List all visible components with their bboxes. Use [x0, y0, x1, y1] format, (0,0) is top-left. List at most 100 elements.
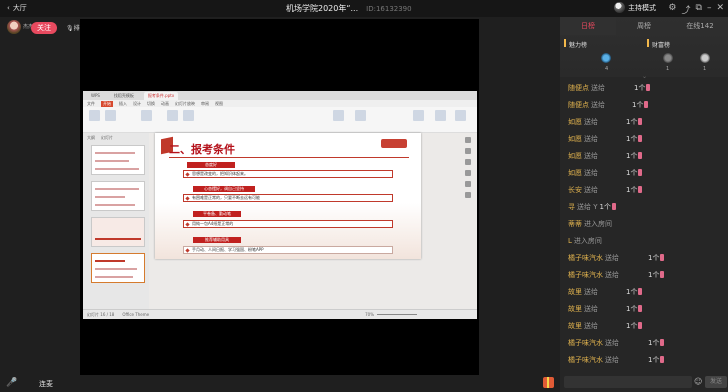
thumb-line — [95, 152, 135, 154]
gift-quantity: 1个 — [626, 132, 643, 147]
gift-icon — [660, 339, 665, 346]
chat-action: 送给 — [605, 254, 619, 262]
chat-message: 橘子味汽水 送给 1个 — [568, 251, 723, 268]
host-mode-toggle[interactable]: 主持模式 — [614, 2, 656, 13]
chat-message: 长安 送给 1个 — [568, 183, 723, 200]
section-text: 手月动、人间日报、学习强国、粉笔APP — [183, 246, 393, 254]
tool-icon — [465, 159, 471, 165]
chat-action: 送给 — [605, 356, 619, 364]
chat-username[interactable]: 橘子味汽水 — [568, 271, 603, 279]
close-icon[interactable]: ✕ — [716, 3, 724, 16]
section-badge: 推荐辅助用具 — [193, 237, 241, 243]
thumbnail-tabs: 大纲 幻灯片 — [83, 133, 149, 143]
gift-quantity-text: 1个 — [626, 186, 638, 194]
side-panel: 日榜 周榜 在线142 魅力榜 财富榜 4 1 1 ⌄ 随便点 送给 1个 随便点 送给… — [560, 17, 728, 392]
rank-avatar[interactable] — [700, 53, 710, 63]
section-text: 用纯一包A4纸是正常的 — [183, 220, 393, 228]
chat-username[interactable]: 长安 — [568, 186, 582, 194]
gift-quantity: 1个 — [600, 203, 616, 211]
chat-username[interactable]: 如愿 — [568, 152, 582, 160]
chat-username[interactable]: 橘子味汽水 — [568, 339, 603, 347]
video-stream[interactable]: WPS 找稻壳模板 报考条件.pptx 文件 开始 插入 设计 切换 动画 幻灯… — [80, 19, 479, 375]
chat-action: 送给 — [584, 305, 598, 313]
thumb-tab: 幻灯片 — [101, 135, 113, 140]
chat-message: 蒂蒂 进入房间 — [568, 217, 723, 234]
popout-icon[interactable]: ⧉ — [696, 3, 702, 16]
chat-username[interactable]: 如愿 — [568, 135, 582, 143]
gift-icon — [638, 152, 643, 159]
chat-input-row: ☺ 发送 — [564, 376, 727, 388]
chat-action: 送给 — [584, 135, 598, 143]
gift-quantity-text: 1个 — [648, 271, 660, 279]
gift-quantity: 1个 — [632, 98, 649, 113]
gift-icon — [638, 322, 643, 329]
gift-icon — [638, 186, 643, 193]
thumb-line — [95, 188, 139, 190]
chat-username[interactable]: 故里 — [568, 288, 582, 296]
charm-rank-label[interactable]: 魅力榜 — [569, 40, 587, 49]
chat-action: 送给 — [584, 288, 598, 296]
wealth-rank-label[interactable]: 财富榜 — [652, 40, 670, 49]
chat-message: L 进入房间 — [568, 234, 723, 251]
app-tab-bar: WPS 找稻壳模板 报考条件.pptx — [83, 91, 477, 100]
tab-daily-rank[interactable]: 日榜 — [560, 17, 616, 35]
chat-username[interactable]: 寻 — [568, 203, 575, 211]
follow-button[interactable]: 关注 — [31, 22, 57, 34]
chat-username[interactable]: L — [568, 237, 572, 245]
rank-avatar[interactable] — [663, 53, 673, 63]
chat-message: 橘子味汽水 送给 1个 — [568, 353, 723, 370]
chat-action: 送给 Y — [577, 203, 598, 211]
rank-marker — [647, 39, 649, 47]
chat-username[interactable]: 随便点 — [568, 101, 589, 109]
menu-item: 审阅 — [201, 100, 209, 106]
connect-mic-button[interactable]: 连麦 — [39, 379, 53, 389]
menu-item: 设计 — [133, 100, 141, 106]
chat-username[interactable]: 橘子味汽水 — [568, 254, 603, 262]
ribbon-icon — [167, 110, 178, 121]
emoji-icon[interactable]: ☺ — [694, 377, 702, 386]
chat-username[interactable]: 如愿 — [568, 169, 582, 177]
gift-icon[interactable] — [543, 377, 554, 388]
chat-username[interactable]: 故里 — [568, 322, 582, 330]
app-tab-active: 报考条件.pptx — [143, 91, 179, 100]
mic-toggle-icon[interactable]: 🎤 — [6, 378, 17, 388]
chat-action: 送给 — [584, 152, 598, 160]
thumb-line — [95, 196, 125, 198]
chat-message: 如愿 送给 1个 — [568, 149, 723, 166]
app-workspace: 大纲 幻灯片 二、报考条件 态度好 思想是改变的，把知识体起来。 心态摆好，调自… — [83, 133, 477, 309]
gift-quantity-text: 1个 — [648, 254, 660, 262]
gift-icon — [638, 118, 643, 125]
tab-online[interactable]: 在线142 — [672, 17, 728, 35]
chat-message: 橘子味汽水 送给 1个 — [568, 336, 723, 353]
gift-quantity-text: 1个 — [626, 135, 638, 143]
thumb-tab: 大纲 — [87, 135, 95, 140]
gift-quantity: 1个 — [626, 166, 643, 181]
chat-input[interactable] — [564, 376, 692, 388]
chat-action: 送给 — [605, 339, 619, 347]
zoom-value: 70% — [365, 312, 374, 317]
share-icon[interactable]: ⤴ — [682, 3, 691, 16]
host-mode-label: 主持模式 — [628, 3, 656, 12]
send-button[interactable]: 发送 — [705, 376, 727, 388]
back-to-hall-button[interactable]: ‹ 大厅 — [7, 3, 27, 13]
chat-username[interactable]: 蒂蒂 — [568, 220, 582, 228]
chat-action: 进入房间 — [573, 237, 602, 245]
menu-item: 视图 — [215, 100, 223, 106]
chat-username[interactable]: 故里 — [568, 305, 582, 313]
chat-message: 如愿 送给 1个 — [568, 115, 723, 132]
minimize-icon[interactable]: – — [707, 3, 712, 16]
tab-weekly-rank[interactable]: 周榜 — [616, 17, 672, 35]
chat-list: 随便点 送给 1个 随便点 送给 1个 如愿 送给 1个 如愿 送给 1个 如愿 送给 1个 如愿 送给 1个 长安… — [568, 81, 723, 370]
gift-quantity-text: 1个 — [632, 101, 644, 109]
rank-avatar[interactable] — [601, 53, 611, 63]
streamer-avatar[interactable] — [7, 20, 21, 34]
gift-icon — [638, 288, 643, 295]
chat-username[interactable]: 如愿 — [568, 118, 582, 126]
settings-icon[interactable]: ⚙ — [668, 3, 676, 16]
chevron-down-icon[interactable]: ⌄ — [642, 73, 647, 80]
chat-username[interactable]: 橘子味汽水 — [568, 356, 603, 364]
chat-username[interactable]: 随便点 — [568, 84, 589, 92]
chat-message: 随便点 送给 1个 — [568, 98, 723, 115]
gift-quantity: 1个 — [648, 353, 665, 368]
gift-quantity-text: 1个 — [626, 152, 638, 160]
